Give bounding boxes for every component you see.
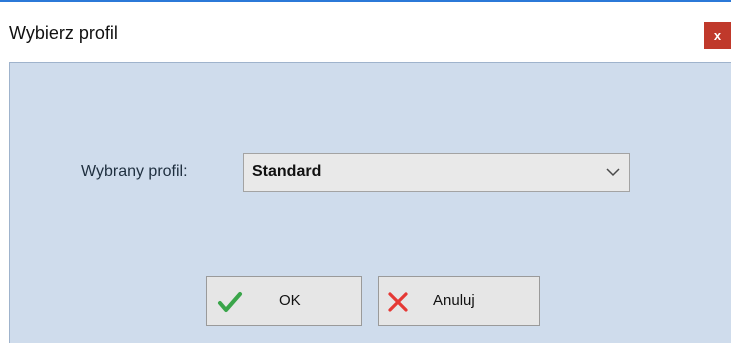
ok-button[interactable]: OK [206, 276, 362, 326]
profile-select[interactable]: Standard [243, 153, 630, 192]
close-button[interactable]: x [704, 22, 731, 49]
profile-label: Wybrany profil: [81, 163, 188, 180]
checkmark-icon [218, 292, 242, 312]
cancel-button-label: Anuluj [433, 292, 475, 309]
chevron-down-icon [606, 168, 620, 177]
window-title: Wybierz profil [9, 23, 118, 43]
cancel-button[interactable]: Anuluj [378, 276, 540, 326]
title-bar: Wybierz profil x [0, 2, 731, 62]
close-icon: x [713, 28, 722, 43]
dialog-content: Wybrany profil: Standard OK Anuluj [9, 62, 731, 343]
dialog-window: Wybierz profil x Wybrany profil: Standar… [0, 0, 731, 343]
ok-button-label: OK [279, 292, 301, 309]
profile-select-value: Standard [252, 163, 322, 180]
cross-icon [388, 292, 408, 312]
